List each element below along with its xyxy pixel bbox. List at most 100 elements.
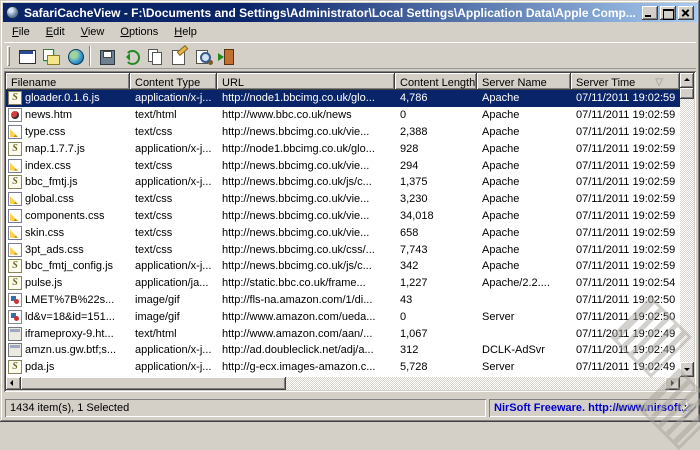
cell-filename: bbc_fmtj_config.js xyxy=(6,258,130,275)
column-header-content-type[interactable]: Content Type xyxy=(130,73,217,90)
scroll-right-icon[interactable] xyxy=(665,377,680,390)
cell-filename: amzn.us.gw.btf;s... xyxy=(6,342,130,359)
exit-button[interactable] xyxy=(214,44,238,67)
cell-server-time: 07/11/2011 19:02:59 xyxy=(576,125,676,138)
column-header-server-name[interactable]: Server Name xyxy=(477,73,571,90)
menu-file[interactable]: File xyxy=(4,24,38,41)
find-button[interactable] xyxy=(190,44,214,67)
table-row[interactable]: type.css text/css http://news.bbcimg.co.… xyxy=(6,124,680,141)
title-bar[interactable]: SafariCacheView - F:\Documents and Setti… xyxy=(3,3,697,22)
open-cache-window-icon xyxy=(18,48,36,64)
vertical-scroll-thumb[interactable] xyxy=(680,88,694,99)
cell-server-time: 07/11/2011 19:02:49 xyxy=(576,344,676,357)
cell-server-time: 07/11/2011 19:02:59 xyxy=(576,142,676,155)
save-button[interactable] xyxy=(94,44,118,67)
table-row[interactable]: pda.js application/x-j... http://g-ecx.i… xyxy=(6,359,680,376)
table-row[interactable]: amzn.us.gw.btf;s... application/x-j... h… xyxy=(6,342,680,359)
close-icon[interactable] xyxy=(678,5,694,20)
cell-content-length: 4,786 xyxy=(400,92,428,105)
table-row[interactable]: bbc_fmtj.js application/x-j... http://ne… xyxy=(6,174,680,191)
cell-url: http://news.bbcimg.co.uk/vie... xyxy=(222,209,370,222)
column-header-url[interactable]: URL xyxy=(217,73,395,90)
table-row[interactable]: index.css text/css http://news.bbcimg.co… xyxy=(6,157,680,174)
copy-button[interactable] xyxy=(142,44,166,67)
cell-content-length: 294 xyxy=(400,159,419,172)
cell-content-type: application/x-j... xyxy=(135,176,212,189)
menu-edit[interactable]: Edit xyxy=(38,24,73,41)
cell-url: http://fls-na.amazon.com/1/di... xyxy=(222,293,373,306)
cell-server-name: Apache xyxy=(482,176,520,189)
toolbar-grip[interactable] xyxy=(7,46,10,66)
file-icon xyxy=(8,276,22,291)
file-icon xyxy=(8,343,22,358)
cell-server-time: 07/11/2011 19:02:49 xyxy=(576,361,676,374)
table-row[interactable]: skin.css text/css http://news.bbcimg.co.… xyxy=(6,224,680,241)
cell-filename: iframeproxy-9.ht... xyxy=(6,325,130,342)
cell-filename: index.css xyxy=(6,157,130,174)
resize-grip[interactable] xyxy=(683,405,696,418)
sort-descending-icon: ▽ xyxy=(655,76,663,88)
open-cache-window-button[interactable] xyxy=(14,44,38,67)
table-row[interactable]: gloader.0.1.6.js application/x-j... http… xyxy=(6,90,680,107)
cell-filename: gloader.0.1.6.js xyxy=(6,90,130,107)
table-row[interactable]: 3pt_ads.css text/css http://news.bbcimg.… xyxy=(6,241,680,258)
scroll-left-icon[interactable] xyxy=(6,377,21,390)
vertical-scrollbar[interactable] xyxy=(680,73,694,377)
cell-content-type: application/x-j... xyxy=(135,344,212,357)
menu-view[interactable]: View xyxy=(73,24,113,41)
cell-content-type: text/css xyxy=(135,193,173,206)
cell-content-length: 34,018 xyxy=(400,209,434,222)
cell-content-length: 2,388 xyxy=(400,125,428,138)
cell-content-type: text/css xyxy=(135,243,173,256)
file-icon xyxy=(8,108,22,123)
refresh-icon xyxy=(122,48,140,65)
status-nirsoft-link[interactable]: NirSoft Freeware. http://www.nirsoft.net xyxy=(489,399,687,417)
cell-url: http://news.bbcimg.co.uk/vie... xyxy=(222,226,370,239)
table-row[interactable]: global.css text/css http://news.bbcimg.c… xyxy=(6,191,680,208)
cell-content-type: text/css xyxy=(135,226,173,239)
copy-to-folder-button[interactable] xyxy=(38,44,62,67)
cell-url: http://news.bbcimg.co.uk/js/c... xyxy=(222,260,372,273)
table-row[interactable]: ld&v=18&id=151... image/gif http://www.a… xyxy=(6,308,680,325)
cell-server-name: Apache xyxy=(482,226,520,239)
minimize-icon[interactable] xyxy=(642,5,658,20)
file-icon xyxy=(8,175,22,190)
open-url-button[interactable] xyxy=(62,44,86,67)
table-row[interactable]: pulse.js application/ja... http://static… xyxy=(6,275,680,292)
file-icon xyxy=(8,124,22,139)
maximize-icon[interactable] xyxy=(660,5,676,20)
table-row[interactable]: iframeproxy-9.ht... text/html http://www… xyxy=(6,325,680,342)
cell-content-length: 43 xyxy=(400,293,413,306)
table-row[interactable]: map.1.7.7.js application/x-j... http://n… xyxy=(6,140,680,157)
table-row[interactable]: bbc_fmtj_config.js application/x-j... ht… xyxy=(6,258,680,275)
cell-server-name xyxy=(477,292,571,309)
save-icon xyxy=(98,48,115,65)
table-row[interactable]: news.htm text/html http://www.bbc.co.uk/… xyxy=(6,107,680,124)
table-row[interactable]: components.css text/css http://news.bbci… xyxy=(6,208,680,225)
cell-url: http://news.bbcimg.co.uk/vie... xyxy=(222,159,370,172)
cell-content-type: image/gif xyxy=(135,293,180,306)
cell-filename: LMET%7B%22s... xyxy=(6,292,130,309)
column-header-content-length[interactable]: Content Length xyxy=(395,73,477,90)
scroll-up-icon[interactable] xyxy=(680,73,694,88)
column-header-server-time[interactable]: Server Time ▽ xyxy=(571,73,680,90)
file-icon xyxy=(8,91,22,106)
properties-button[interactable] xyxy=(166,44,190,67)
menu-help[interactable]: Help xyxy=(166,24,205,41)
scroll-down-icon[interactable] xyxy=(680,362,694,377)
safari-cache-app-icon xyxy=(6,6,19,19)
cell-server-time: 07/11/2011 19:02:59 xyxy=(576,92,676,105)
cache-list: Filename Content Type URL Content Length… xyxy=(4,71,696,392)
column-header-filename[interactable]: Filename xyxy=(6,73,130,90)
table-row[interactable]: LMET%7B%22s... image/gif http://fls-na.a… xyxy=(6,292,680,309)
refresh-button[interactable] xyxy=(118,44,142,67)
cell-content-length: 1,227 xyxy=(400,277,428,290)
menu-options[interactable]: Options xyxy=(112,24,166,41)
cell-url: http://news.bbcimg.co.uk/vie... xyxy=(222,125,370,138)
cell-content-length: 1,067 xyxy=(400,327,428,340)
cell-url: http://www.amazon.com/ueda... xyxy=(222,310,376,323)
cell-server-time: 07/11/2011 19:02:59 xyxy=(576,209,676,222)
horizontal-scrollbar[interactable] xyxy=(6,377,680,390)
horizontal-scroll-thumb[interactable] xyxy=(21,377,286,390)
list-header: Filename Content Type URL Content Length… xyxy=(6,73,680,90)
